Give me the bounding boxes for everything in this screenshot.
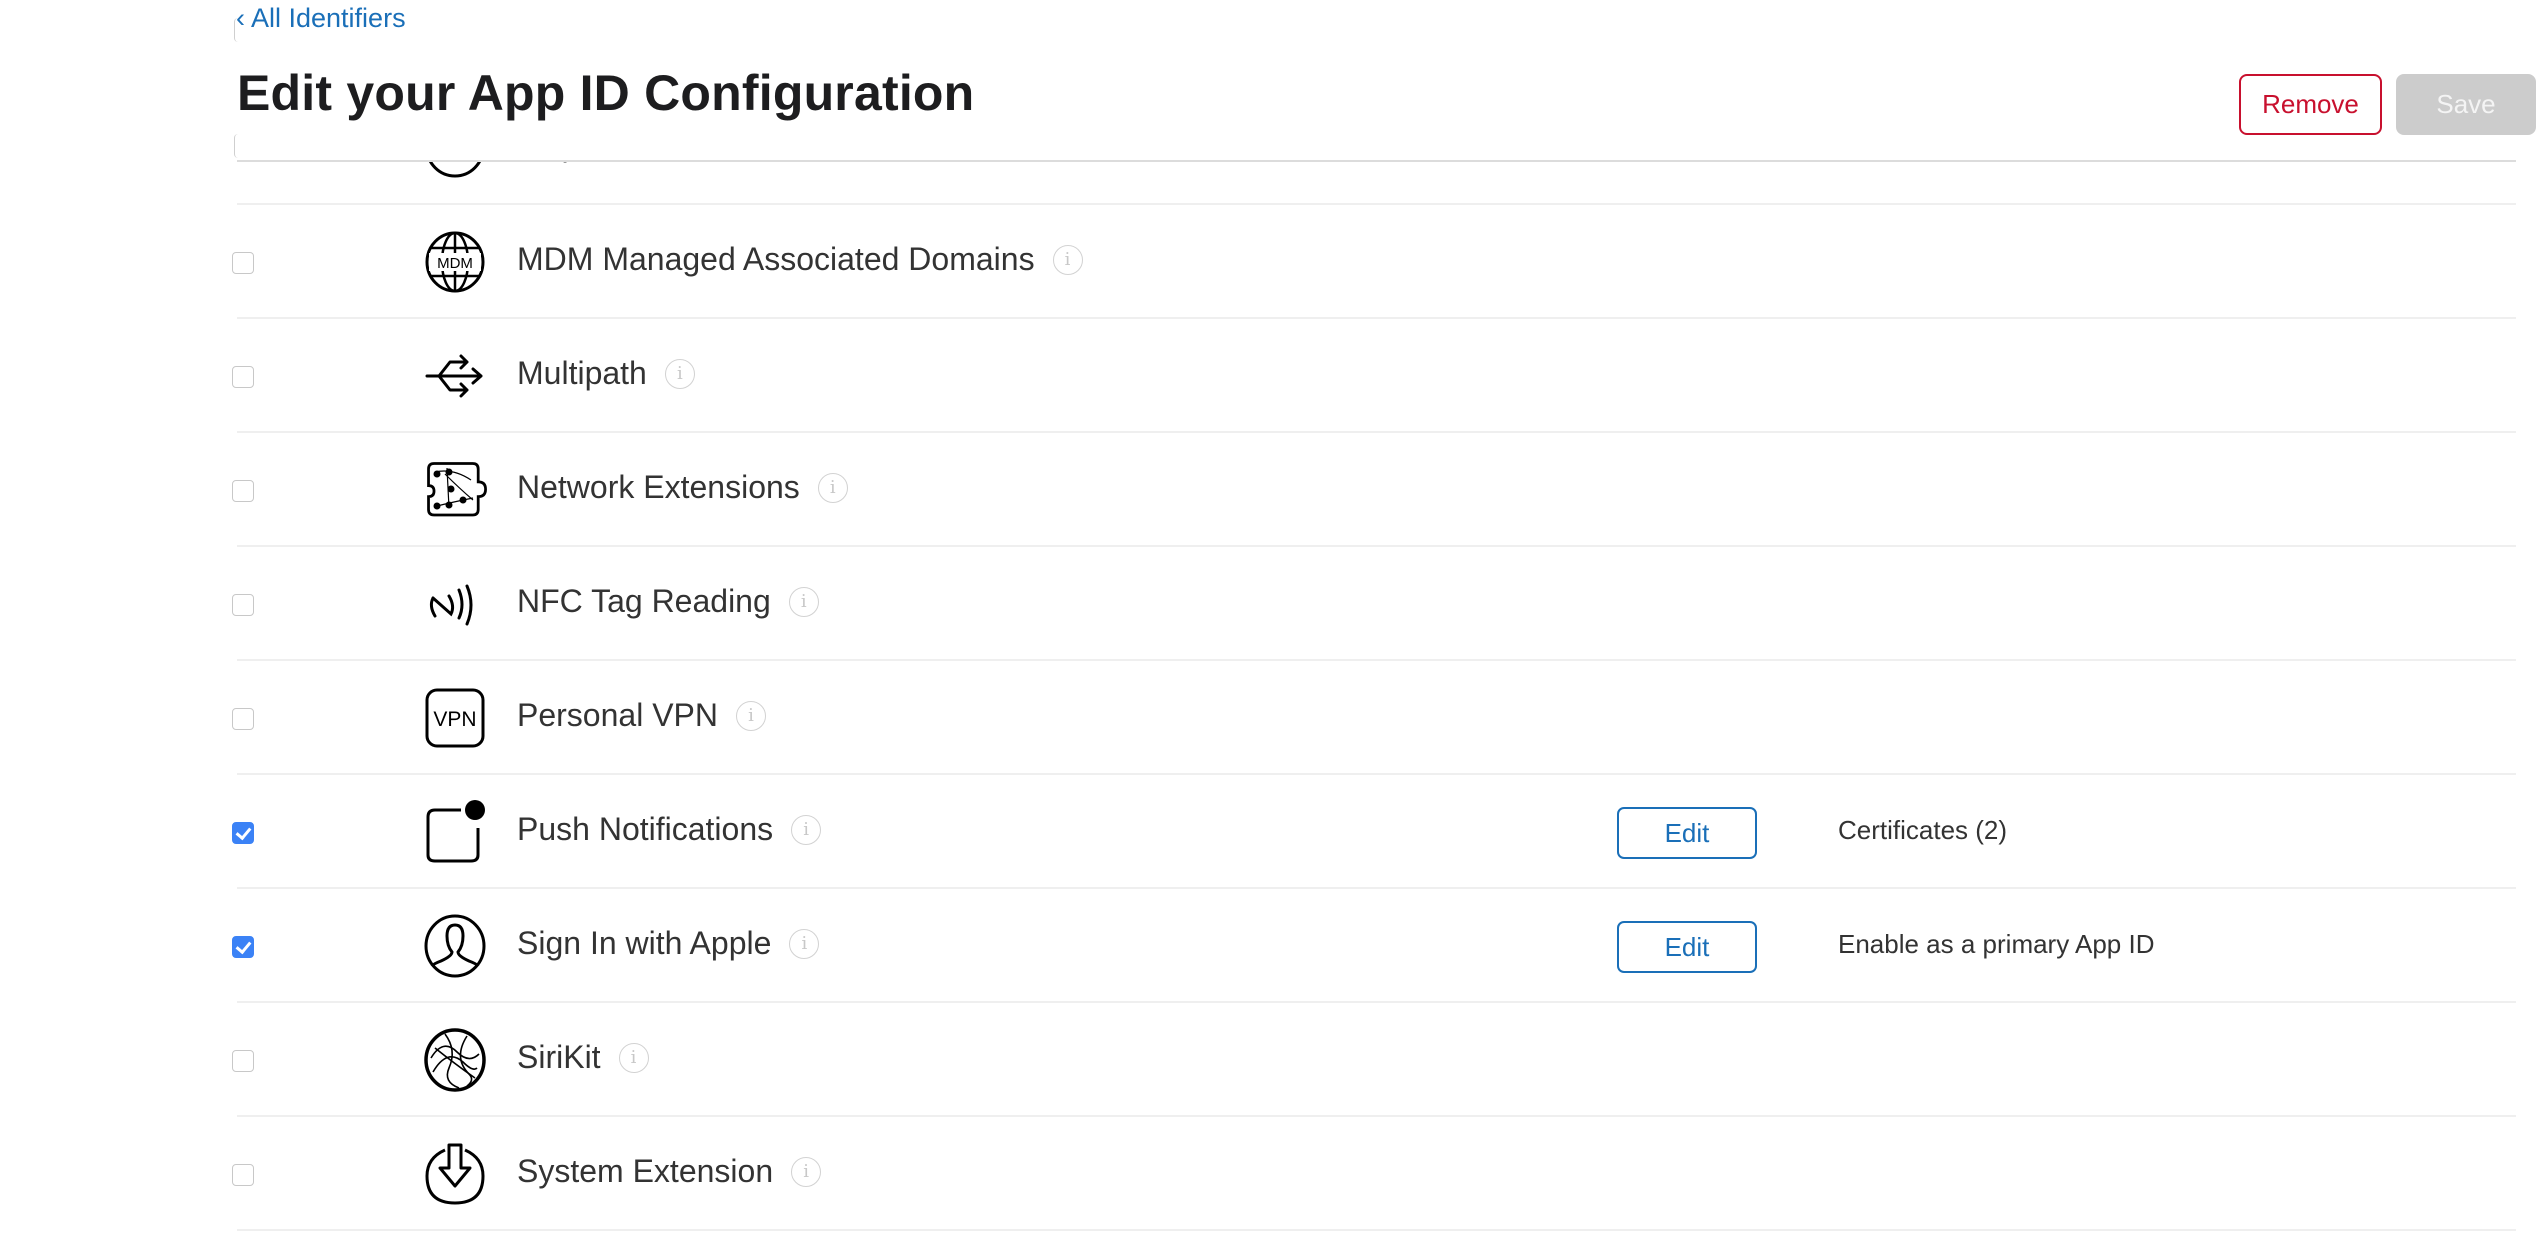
notification-badge-icon [423,800,487,864]
capability-checkbox[interactable] [232,594,254,616]
capability-row-mdm-managed-associated-domains: MDM MDM Managed Associated Domains i [232,205,2516,319]
info-icon[interactable]: i [664,358,695,389]
capability-row-personal-vpn: VPN Personal VPN i [232,661,2516,775]
download-circle-icon [423,1142,487,1206]
chevron-left-icon: ‹ [236,3,245,33]
remove-button[interactable]: Remove [2239,74,2382,135]
clipped-edge [234,134,239,158]
capability-checkbox[interactable] [232,708,254,730]
capability-row-push-notifications: Push Notifications i Edit Certificates (… [232,775,2516,889]
capability-row-multipath: Multipath i [232,319,2516,433]
capability-description: Certificates (2) [1838,815,2008,845]
capability-row-nfc-tag-reading: NFC Tag Reading i [232,547,2516,661]
info-icon[interactable]: i [817,472,848,503]
nfc-icon [423,572,487,636]
person-circle-icon [423,914,487,978]
capability-row-system-extension: System Extension i [232,1117,2516,1231]
capability-row-network-extensions: Network Extensions i [232,433,2516,547]
capability-row-sign-in-with-apple: Sign In with Apple i Edit Enable as a pr… [232,889,2516,1003]
info-icon[interactable]: i [735,700,766,731]
capability-label: System Extension i [517,1153,822,1190]
svg-text:VPN: VPN [433,708,476,731]
info-icon[interactable]: i [789,928,820,959]
info-icon[interactable]: i [1052,244,1083,275]
capability-label: NFC Tag Reading i [517,583,819,620]
edit-sign-in-with-apple-button[interactable]: Edit [1617,921,1757,973]
capability-label: Personal VPN i [517,697,766,734]
capability-label: Push Notifications i [517,811,822,848]
capability-label: Multipath i [517,355,695,392]
info-icon[interactable]: i [791,1156,822,1187]
globe-mdm-icon: MDM [423,230,487,294]
siri-icon [423,1028,487,1092]
capability-checkbox[interactable] [232,822,254,844]
capability-checkbox[interactable] [232,252,254,274]
info-icon[interactable]: i [791,814,822,845]
vpn-icon: VPN [423,686,487,750]
capability-row-sirikit: SiriKit i [232,1003,2516,1117]
back-link-label: All Identifiers [251,3,406,33]
multipath-arrows-icon [423,344,487,408]
back-to-all-identifiers-link[interactable]: ‹ All Identifiers [236,3,406,34]
capabilities-list: Maps i MDM MDM Managed Associated Domain… [232,91,2516,1231]
puzzle-network-icon [423,458,487,522]
info-icon[interactable]: i [618,1042,649,1073]
capability-label: Network Extensions i [517,469,848,506]
capability-checkbox[interactable] [232,1164,254,1186]
capability-checkbox[interactable] [232,1050,254,1072]
page-title: Edit your App ID Configuration [237,65,975,121]
svg-text:MDM: MDM [437,255,473,272]
capability-label: SiriKit i [517,1039,649,1076]
capability-checkbox[interactable] [232,480,254,502]
capability-label: Sign In with Apple i [517,925,820,962]
save-button[interactable]: Save [2396,74,2536,135]
capability-checkbox[interactable] [232,366,254,388]
info-icon[interactable]: i [788,586,819,617]
header-divider [237,160,2516,162]
capability-description: Enable as a primary App ID [1838,929,2155,959]
capability-label: MDM Managed Associated Domains i [517,241,1083,278]
capability-checkbox[interactable] [232,936,254,958]
page-header: ‹ All Identifiers Edit your App ID Confi… [0,0,2540,161]
edit-push-notifications-button[interactable]: Edit [1617,807,1757,859]
